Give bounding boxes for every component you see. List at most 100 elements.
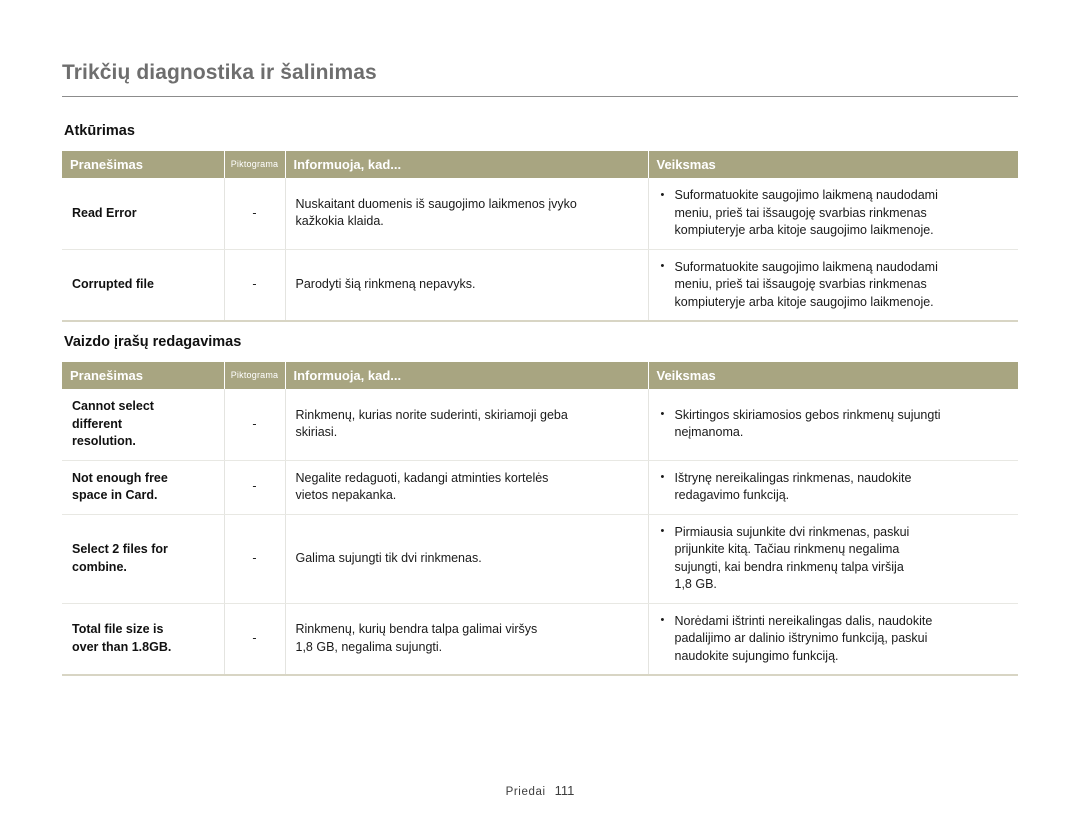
action-bullet-item: Norėdami ištrinti nereikalingas dalis, n… <box>659 612 1009 666</box>
message-line: Read Error <box>72 205 137 220</box>
action-line: neįmanoma. <box>674 425 744 440</box>
info-line: 1,8 GB, negalima sujungti. <box>295 639 443 654</box>
cell-action: Norėdami ištrinti nereikalingas dalis, n… <box>648 603 1018 675</box>
cell-message: Read Error <box>62 178 225 250</box>
cell-action: Suformatuokite saugojimo laikmeną naudod… <box>648 249 1018 321</box>
cell-info: Galima sujungti tik dvi rinkmenas. <box>285 514 649 604</box>
action-line: Skirtingos skiriamosios gebos rinkmenų s… <box>674 407 941 422</box>
cell-message: Corrupted file <box>62 249 225 321</box>
info-line: Nuskaitant duomenis iš saugojimo laikmen… <box>295 196 577 211</box>
action-bullet-list: Suformatuokite saugojimo laikmeną naudod… <box>659 258 1009 312</box>
recovery-table: Pranešimas Piktograma Informuoja, kad...… <box>62 151 1018 322</box>
action-bullet-list: Skirtingos skiriamosios gebos rinkmenų s… <box>659 406 1009 442</box>
cell-message: Total file size is over than 1.8GB. <box>62 603 225 675</box>
action-line: meniu, prieš tai išsaugoję svarbias rink… <box>674 205 927 220</box>
cell-icon-placeholder: - <box>224 249 286 321</box>
table-row: Corrupted file - Parodyti šią rinkmeną nep… <box>62 249 1018 321</box>
column-header-icon: Piktograma <box>224 151 286 178</box>
page-footer: Priedai 111 <box>0 783 1080 798</box>
action-bullet-list: Norėdami ištrinti nereikalingas dalis, n… <box>659 612 1009 666</box>
column-header-icon: Piktograma <box>224 362 286 389</box>
action-bullet-list: Suformatuokite saugojimo laikmeną naudod… <box>659 187 1009 240</box>
message-line: different <box>72 416 122 431</box>
video-edit-table-body: Cannot select different resolution. - Rinkme… <box>62 389 1018 675</box>
action-bullet-list: Pirmiausia sujunkite dvi rinkmenas, pask… <box>659 523 1009 594</box>
info-line: kažkokia klaida. <box>295 214 384 229</box>
cell-icon-placeholder: - <box>224 178 286 250</box>
message-line: Corrupted file <box>72 277 154 291</box>
cell-icon-placeholder: - <box>224 603 286 675</box>
action-line: sujungti, kai bendra rinkmenų talpa virš… <box>674 559 904 574</box>
table-row: Read Error - Nuskaitant duomenis iš saugoj… <box>62 178 1018 250</box>
action-line: kompiuteryje arba kitoje saugojimo laikm… <box>674 223 934 237</box>
message-line: space in Card. <box>72 488 158 502</box>
cell-action: Ištrynę nereikalingas rinkmenas, naudoki… <box>648 460 1018 515</box>
section-video-edit: Vaizdo įrašų redagavimas Pranešimas Pikt… <box>62 333 1018 676</box>
action-line: Ištrynę nereikalingas rinkmenas, naudoki… <box>674 470 912 485</box>
cell-action: Skirtingos skiriamosios gebos rinkmenų s… <box>648 389 1018 461</box>
cell-info: Rinkmenų, kurias norite suderinti, skiri… <box>285 389 649 461</box>
action-line: Suformatuokite saugojimo laikmeną naudod… <box>674 188 938 202</box>
action-line: naudokite sujungimo funkciją. <box>674 648 839 663</box>
message-line: resolution. <box>72 434 136 448</box>
cell-info: Negalite redaguoti, kadangi atminties ko… <box>285 460 649 515</box>
table-row: Not enough free space in Card. - Negalite r… <box>62 460 1018 515</box>
action-line: Norėdami ištrinti nereikalingas dalis, n… <box>674 613 933 628</box>
info-line: Rinkmenų, kurių bendra talpa galimai vir… <box>295 622 538 637</box>
action-line: 1,8 GB. <box>674 577 717 591</box>
message-line: combine. <box>72 559 127 574</box>
table-row: Select 2 files for combine. - Galima sujung… <box>62 514 1018 604</box>
action-line: Pirmiausia sujunkite dvi rinkmenas, pask… <box>674 524 910 539</box>
action-bullet-item: Pirmiausia sujunkite dvi rinkmenas, pask… <box>659 523 1009 594</box>
table-row: Cannot select different resolution. - Rinkme… <box>62 389 1018 461</box>
table-header-row: Pranešimas Piktograma Informuoja, kad...… <box>62 151 1018 178</box>
action-bullet-item: Suformatuokite saugojimo laikmeną naudod… <box>659 187 1009 240</box>
title-divider <box>62 96 1018 97</box>
video-edit-table: Pranešimas Piktograma Informuoja, kad...… <box>62 362 1018 676</box>
action-line: prijunkite kitą. Tačiau rinkmenų negalim… <box>674 542 900 556</box>
column-header-message: Pranešimas <box>62 151 225 178</box>
table-header-row: Pranešimas Piktograma Informuoja, kad...… <box>62 362 1018 389</box>
page-number: 111 <box>554 783 575 798</box>
cell-icon-placeholder: - <box>224 389 286 461</box>
column-header-info: Informuoja, kad... <box>285 362 649 389</box>
action-line: kompiuteryje arba kitoje saugojimo laikm… <box>674 294 934 309</box>
info-line: Rinkmenų, kurias norite suderinti, skiri… <box>295 407 568 422</box>
cell-message: Select 2 files for combine. <box>62 514 225 604</box>
cell-icon-placeholder: - <box>224 514 286 604</box>
action-line: meniu, prieš tai išsaugoję svarbias rink… <box>674 277 927 291</box>
cell-action: Pirmiausia sujunkite dvi rinkmenas, pask… <box>648 514 1018 604</box>
action-line: padalijimo ar dalinio ištrynimo funkciją… <box>674 631 928 645</box>
info-line: Parodyti šią rinkmeną nepavyks. <box>295 277 476 291</box>
recovery-table-body: Read Error - Nuskaitant duomenis iš saugoj… <box>62 178 1018 321</box>
message-line: Total file size is <box>72 622 164 637</box>
section-title: Vaizdo įrašų redagavimas <box>64 334 242 350</box>
info-line: Galima sujungti tik dvi rinkmenas. <box>295 550 482 565</box>
column-header-action: Veiksmas <box>648 151 1018 178</box>
message-line: over than 1.8GB. <box>72 639 172 654</box>
column-header-action: Veiksmas <box>648 362 1018 389</box>
message-line: Select 2 files for <box>72 542 168 556</box>
section-title: Atkūrimas <box>64 123 135 139</box>
page-title: Trikčių diagnostika ir šalinimas <box>62 61 377 84</box>
column-header-message: Pranešimas <box>62 362 225 389</box>
column-header-info: Informuoja, kad... <box>285 151 649 178</box>
action-bullet-item: Skirtingos skiriamosios gebos rinkmenų s… <box>659 406 1009 442</box>
message-line: Cannot select <box>72 399 154 413</box>
page-header: Trikčių diagnostika ir šalinimas <box>62 60 1018 97</box>
table-row: Total file size is over than 1.8GB. - Rinkm… <box>62 603 1018 675</box>
action-bullet-item: Ištrynę nereikalingas rinkmenas, naudoki… <box>659 469 1009 505</box>
document-page: Trikčių diagnostika ir šalinimas Atkūrim… <box>0 0 1080 825</box>
cell-action: Suformatuokite saugojimo laikmeną naudod… <box>648 178 1018 250</box>
action-line: Suformatuokite saugojimo laikmeną naudod… <box>674 259 938 274</box>
cell-info: Nuskaitant duomenis iš saugojimo laikmen… <box>285 178 649 250</box>
info-line: skiriasi. <box>295 425 338 440</box>
cell-info: Parodyti šią rinkmeną nepavyks. <box>285 249 649 321</box>
action-line: redagavimo funkciją. <box>674 488 790 502</box>
cell-info: Rinkmenų, kurių bendra talpa galimai vir… <box>285 603 649 675</box>
info-line: vietos nepakanka. <box>295 488 397 502</box>
cell-message: Not enough free space in Card. <box>62 460 225 515</box>
info-line: Negalite redaguoti, kadangi atminties ko… <box>295 470 549 485</box>
footer-label: Priedai <box>505 786 546 798</box>
message-line: Not enough free <box>72 470 168 485</box>
